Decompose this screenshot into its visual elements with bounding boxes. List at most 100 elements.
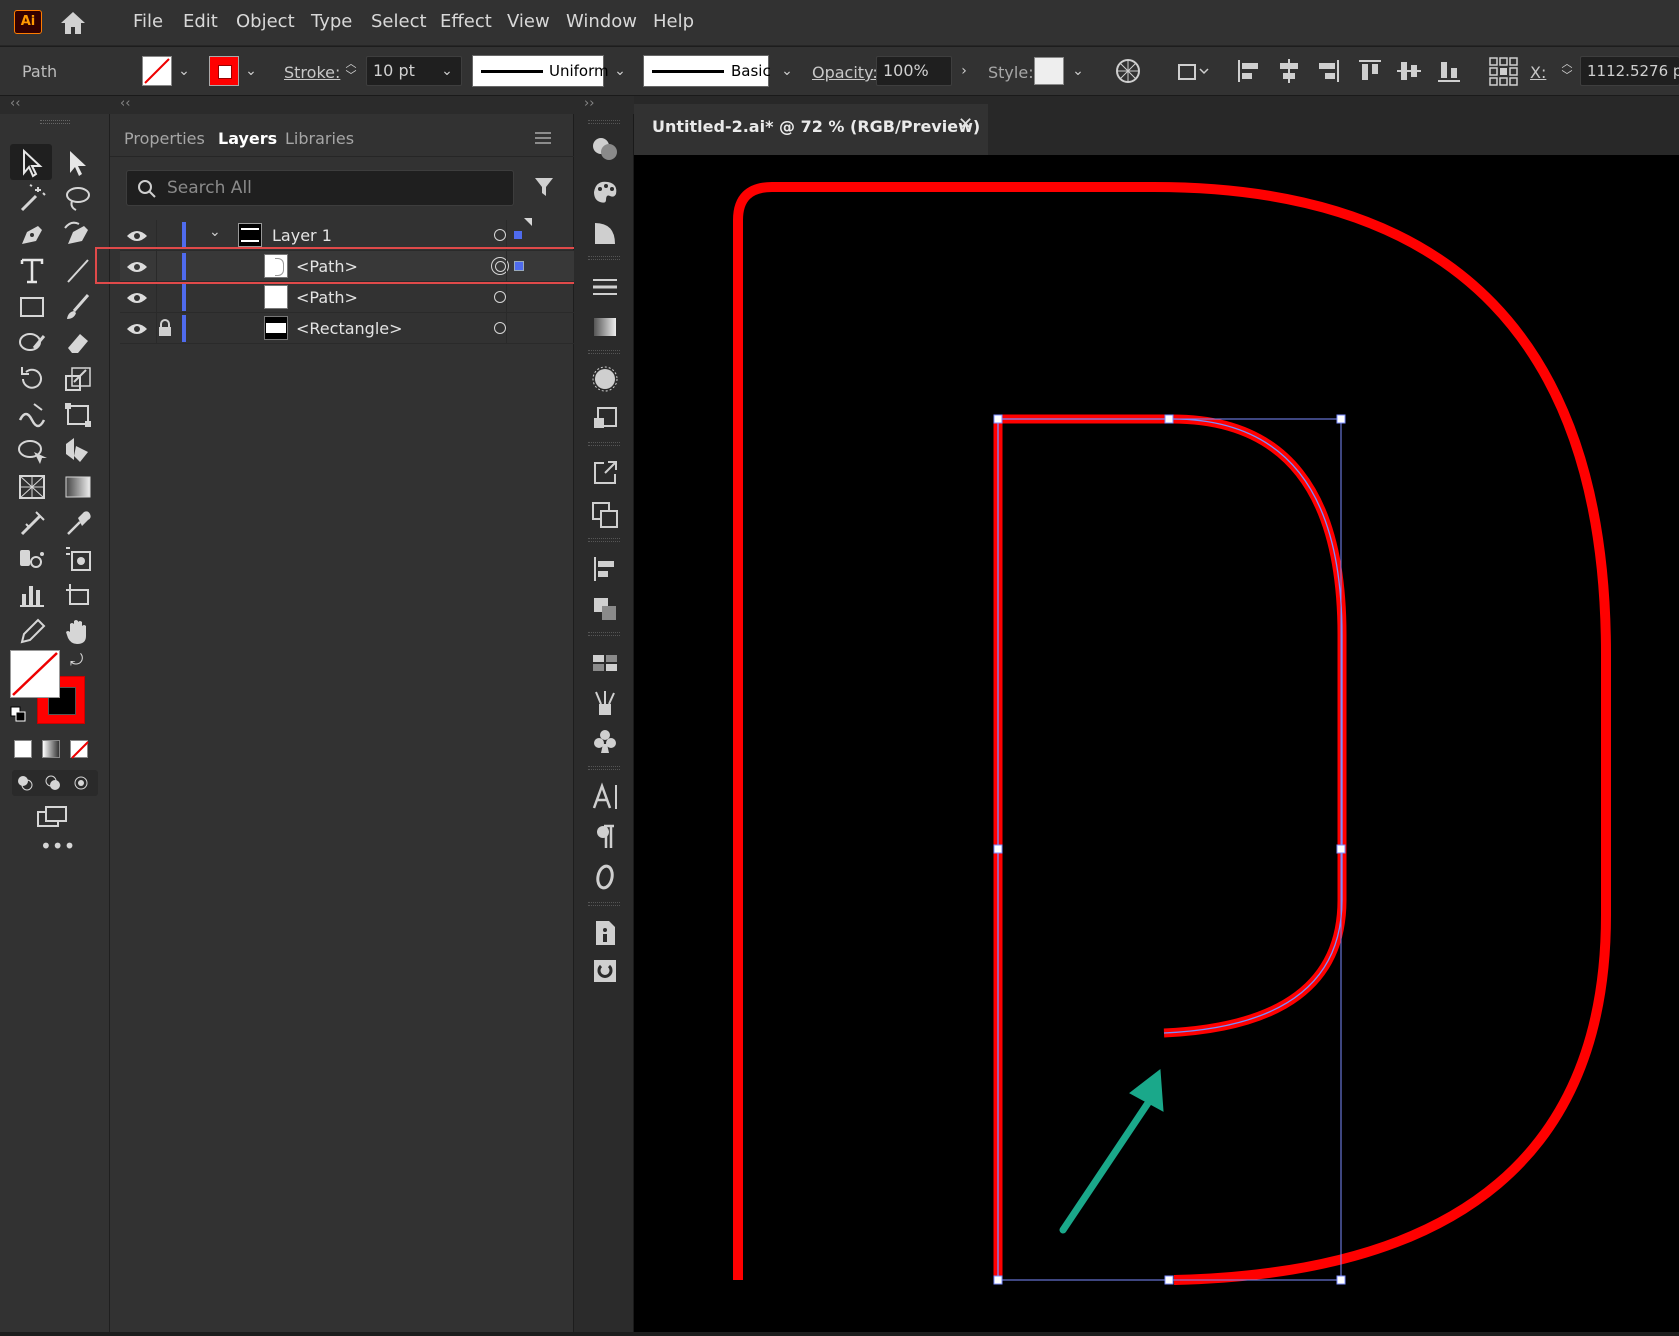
- tab-libraries[interactable]: Libraries: [285, 124, 354, 154]
- recolor-artwork-icon[interactable]: [1114, 57, 1142, 85]
- document-info-icon[interactable]: [590, 918, 620, 948]
- document-tab[interactable]: Untitled-2.ai* @ 72 % (RGB/Preview) ✕: [634, 104, 988, 155]
- none-mode-icon[interactable]: [70, 740, 89, 759]
- align-vertical-center-icon[interactable]: [1395, 57, 1423, 85]
- opentype-panel-icon[interactable]: [590, 862, 620, 892]
- profile-chevron-icon[interactable]: ⌄: [612, 61, 628, 81]
- align-horizontal-center-icon[interactable]: [1275, 57, 1303, 85]
- align-bottom-icon[interactable]: [1435, 57, 1463, 85]
- default-fill-stroke-icon[interactable]: [10, 706, 26, 722]
- reference-point-icon[interactable]: [1487, 55, 1519, 87]
- layers-search-field[interactable]: Search All: [126, 170, 514, 206]
- pen-tool-icon[interactable]: [14, 218, 50, 252]
- paragraph-panel-icon[interactable]: [590, 822, 620, 852]
- target-circle-icon[interactable]: [494, 291, 506, 303]
- swatches-panel-icon[interactable]: [590, 648, 620, 678]
- brush-chevron-icon[interactable]: ⌄: [779, 61, 795, 81]
- pathfinder-panel-icon[interactable]: [590, 594, 620, 624]
- shape-builder-tool-icon[interactable]: [14, 434, 50, 468]
- hand-tool-icon[interactable]: [60, 614, 96, 648]
- fill-none-swatch[interactable]: [142, 56, 172, 86]
- links-panel-icon[interactable]: [590, 956, 620, 986]
- gradient-panel-icon[interactable]: [590, 312, 620, 342]
- blend-tool-icon[interactable]: [14, 506, 50, 540]
- lock-icon[interactable]: [158, 319, 172, 337]
- style-chevron-icon[interactable]: ⌄: [1070, 61, 1086, 81]
- draw-behind-icon[interactable]: [44, 774, 62, 792]
- symbols-panel-icon[interactable]: [590, 404, 620, 434]
- fill-dropdown-chevron-icon[interactable]: ⌄: [176, 61, 192, 81]
- draw-normal-icon[interactable]: [16, 774, 34, 792]
- stroke-weight-chevron-icon[interactable]: ⌄: [439, 61, 455, 81]
- color-guide-palette-icon[interactable]: [590, 176, 620, 206]
- panel-menu-icon[interactable]: [534, 130, 552, 144]
- paintbrush-tool-icon[interactable]: [60, 290, 96, 324]
- menu-object[interactable]: Object: [236, 10, 295, 34]
- opacity-arrow-icon[interactable]: ›: [956, 61, 972, 81]
- menu-file[interactable]: File: [133, 10, 163, 34]
- layer-name[interactable]: <Rectangle>: [296, 313, 403, 344]
- swap-fill-stroke-icon[interactable]: ⤾: [70, 650, 90, 670]
- x-stepper-icon[interactable]: ︿ ﹀: [1560, 58, 1574, 82]
- opacity-field[interactable]: 100%: [876, 56, 952, 86]
- visibility-eye-icon[interactable]: [126, 290, 148, 306]
- rectangle-tool-icon[interactable]: [14, 290, 50, 324]
- rotate-tool-icon[interactable]: [14, 362, 50, 396]
- stroke-stepper-icon[interactable]: ︿ ﹀: [344, 58, 358, 82]
- free-transform-tool-icon[interactable]: [60, 398, 96, 432]
- warp-tool-icon[interactable]: [14, 398, 50, 432]
- appearance-panel-icon[interactable]: [590, 134, 620, 164]
- curvature-tool-icon[interactable]: [60, 218, 96, 252]
- perspective-grid-tool-icon[interactable]: [14, 470, 50, 504]
- column-graph-tool-icon[interactable]: [14, 578, 50, 612]
- selection-tool-icon[interactable]: [14, 146, 50, 180]
- stroke-label[interactable]: Stroke:: [284, 63, 340, 83]
- menu-view[interactable]: View: [507, 10, 550, 34]
- live-paint-bucket-tool-icon[interactable]: [60, 434, 96, 468]
- direct-selection-tool-icon[interactable]: [60, 146, 96, 180]
- tab-layers[interactable]: Layers: [218, 124, 278, 156]
- collapse-toolbar-icon[interactable]: ‹‹: [10, 96, 20, 111]
- lasso-tool-icon[interactable]: [60, 182, 96, 216]
- more-tools-icon[interactable]: •••: [40, 836, 75, 858]
- magic-wand-tool-icon[interactable]: [14, 182, 50, 216]
- eraser-tool-icon[interactable]: [60, 326, 96, 360]
- symbol-sprayer-tool-icon[interactable]: [14, 542, 50, 576]
- menu-window[interactable]: Window: [566, 10, 637, 34]
- scale-tool-icon[interactable]: [60, 362, 96, 396]
- artboard-tool-icon[interactable]: [60, 578, 96, 612]
- stroke-panel-icon[interactable]: [590, 272, 620, 302]
- color-panel-icon[interactable]: [590, 218, 620, 248]
- menu-type[interactable]: Type: [311, 10, 352, 34]
- shaper-tool-icon[interactable]: [14, 326, 50, 360]
- tab-properties[interactable]: Properties: [124, 124, 205, 154]
- artboards-panel-icon[interactable]: [590, 500, 620, 530]
- collapse-panel-icon[interactable]: ‹‹: [120, 96, 130, 111]
- x-coordinate-field[interactable]: 1112.5276 p: [1580, 56, 1679, 86]
- eyedropper-tool-icon[interactable]: [60, 506, 96, 540]
- home-icon[interactable]: [58, 9, 88, 37]
- type-tool-icon[interactable]: [14, 254, 50, 288]
- filter-icon[interactable]: [533, 176, 555, 198]
- close-tab-icon[interactable]: ✕: [958, 114, 973, 135]
- transparency-panel-icon[interactable]: [590, 364, 620, 394]
- align-panel-icon[interactable]: [590, 554, 620, 584]
- align-right-icon[interactable]: [1314, 57, 1342, 85]
- menu-help[interactable]: Help: [653, 10, 694, 34]
- x-label[interactable]: X:: [1530, 63, 1546, 83]
- expand-panels-icon[interactable]: ››: [584, 96, 594, 111]
- layer-name[interactable]: <Path>: [296, 282, 358, 313]
- stroke-dropdown-chevron-icon[interactable]: ⌄: [243, 61, 259, 81]
- brush-definition-dropdown[interactable]: Basic: [643, 55, 771, 87]
- line-segment-tool-icon[interactable]: [60, 254, 96, 288]
- target-circle-icon[interactable]: [494, 322, 506, 334]
- align-top-icon[interactable]: [1356, 57, 1384, 85]
- menu-select[interactable]: Select: [371, 10, 427, 34]
- gradient-tool-icon[interactable]: [60, 470, 96, 504]
- color-mode-icon[interactable]: [14, 740, 32, 758]
- variable-width-profile-dropdown[interactable]: Uniform: [472, 55, 609, 87]
- visibility-eye-icon[interactable]: [126, 228, 148, 244]
- draw-inside-icon[interactable]: [72, 774, 90, 792]
- menu-edit[interactable]: Edit: [183, 10, 218, 34]
- selection-indicator[interactable]: [514, 231, 522, 239]
